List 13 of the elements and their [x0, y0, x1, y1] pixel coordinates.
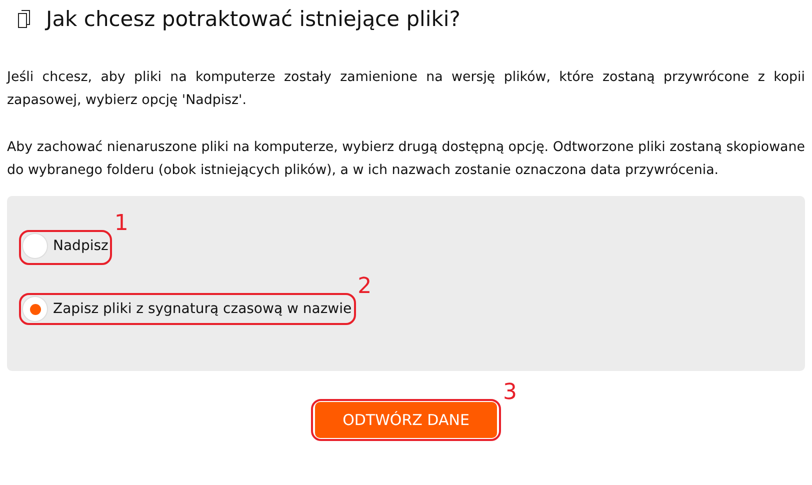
- option-label: Nadpisz: [53, 238, 108, 254]
- paragraph: Aby zachować nienaruszone pliki na komputerze, wybierz drugą dostępną opcję. Odtworzone pliki zostaną skopiowane do wybranego folderu (obok istniejących plików), a w ich nazwach zostanie oznaczona data przywrócenia.: [7, 139, 805, 180]
- radio-option[interactable]: Nadpisz: [23, 233, 108, 259]
- callout-number: 2: [358, 276, 372, 298]
- radio-button[interactable]: [23, 297, 47, 321]
- paragraph: Jeśli chcesz, aby pliki na komputerze zostały zamienione na wersję plików, które zostaną przywrócone z kopii zapasowej, wybierz opcję 'Nadpisz'.: [7, 69, 805, 110]
- callout-number: 3: [503, 382, 517, 404]
- radio-option[interactable]: Zapisz pliki z sygnaturą czasową w nazwie: [23, 296, 352, 322]
- radio-button[interactable]: [23, 234, 47, 258]
- document-icon: [18, 10, 30, 28]
- callout-number: 1: [114, 213, 128, 235]
- option-label: Zapisz pliki z sygnaturą czasową w nazwie: [53, 301, 352, 317]
- page-title: Jak chcesz potraktować istniejące pliki?: [46, 7, 460, 31]
